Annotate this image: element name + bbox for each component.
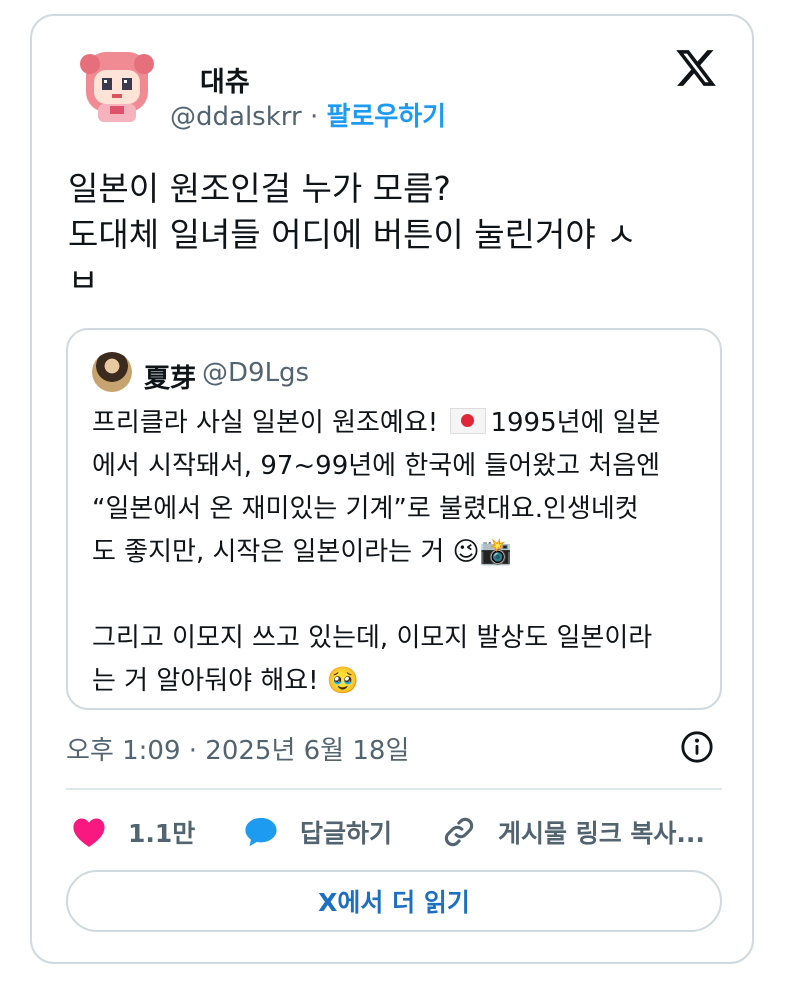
copy-link-label: 게시물 링크 복사... — [498, 819, 705, 848]
tweet-text: 일본이 원조인걸 누가 모름? 도대체 일녀들 어디에 버튼이 눌린거야 ㅅ ㅂ — [68, 169, 637, 300]
read-more-on-x-button[interactable]: X에서 더 읽기 — [66, 870, 722, 932]
heart-icon — [73, 818, 105, 848]
quoted-text-part1: 프리클라 사실 일본이 원조예요! — [92, 408, 447, 438]
like-count: 1.1만 — [128, 819, 196, 848]
author-avatar[interactable] — [76, 46, 158, 128]
follow-button[interactable]: 팔로우하기 — [327, 102, 447, 132]
like-button[interactable]: 1.1만 — [72, 812, 195, 852]
timestamp[interactable]: 오후 1:09 · 2025년 6월 18일 — [66, 730, 409, 767]
reply-label: 답글하기 — [300, 819, 393, 848]
copy-link-button[interactable]: 게시물 링크 복사... — [442, 812, 705, 852]
speech-bubble-icon — [245, 817, 277, 847]
quoted-author-handle: @D9Lgs — [202, 358, 310, 388]
quoted-tweet-text: 프리클라 사실 일본이 원조예요! 1995년에 일본 에서 시작돼서, 97~… — [92, 402, 708, 703]
embedded-tweet-card: 대츄 @ddalskrr · 팔로우하기 일본이 원조인걸 누가 모름? 도대체… — [30, 14, 754, 964]
separator-dot: · — [301, 102, 327, 132]
quoted-author-name: 夏芽 — [144, 364, 197, 394]
author-meta-row: @ddalskrr · 팔로우하기 — [170, 96, 446, 133]
x-logo-icon[interactable] — [674, 46, 718, 90]
author-handle[interactable]: @ddalskrr — [170, 102, 302, 132]
divider — [66, 788, 722, 790]
japan-flag-icon — [450, 408, 487, 434]
quoted-text-part2: 1995년에 일본 에서 시작돼서, 97~99년에 한국에 들어왔고 처음엔 … — [92, 408, 661, 696]
quoted-author-avatar — [92, 352, 132, 392]
quoted-tweet[interactable]: 夏芽 @D9Lgs 프리클라 사실 일본이 원조예요! 1995년에 일본 에서… — [66, 328, 722, 710]
author-name[interactable]: 대츄 — [200, 60, 250, 99]
info-icon[interactable] — [680, 730, 714, 764]
link-icon — [444, 817, 474, 847]
reply-button[interactable]: 답글하기 — [244, 812, 392, 852]
